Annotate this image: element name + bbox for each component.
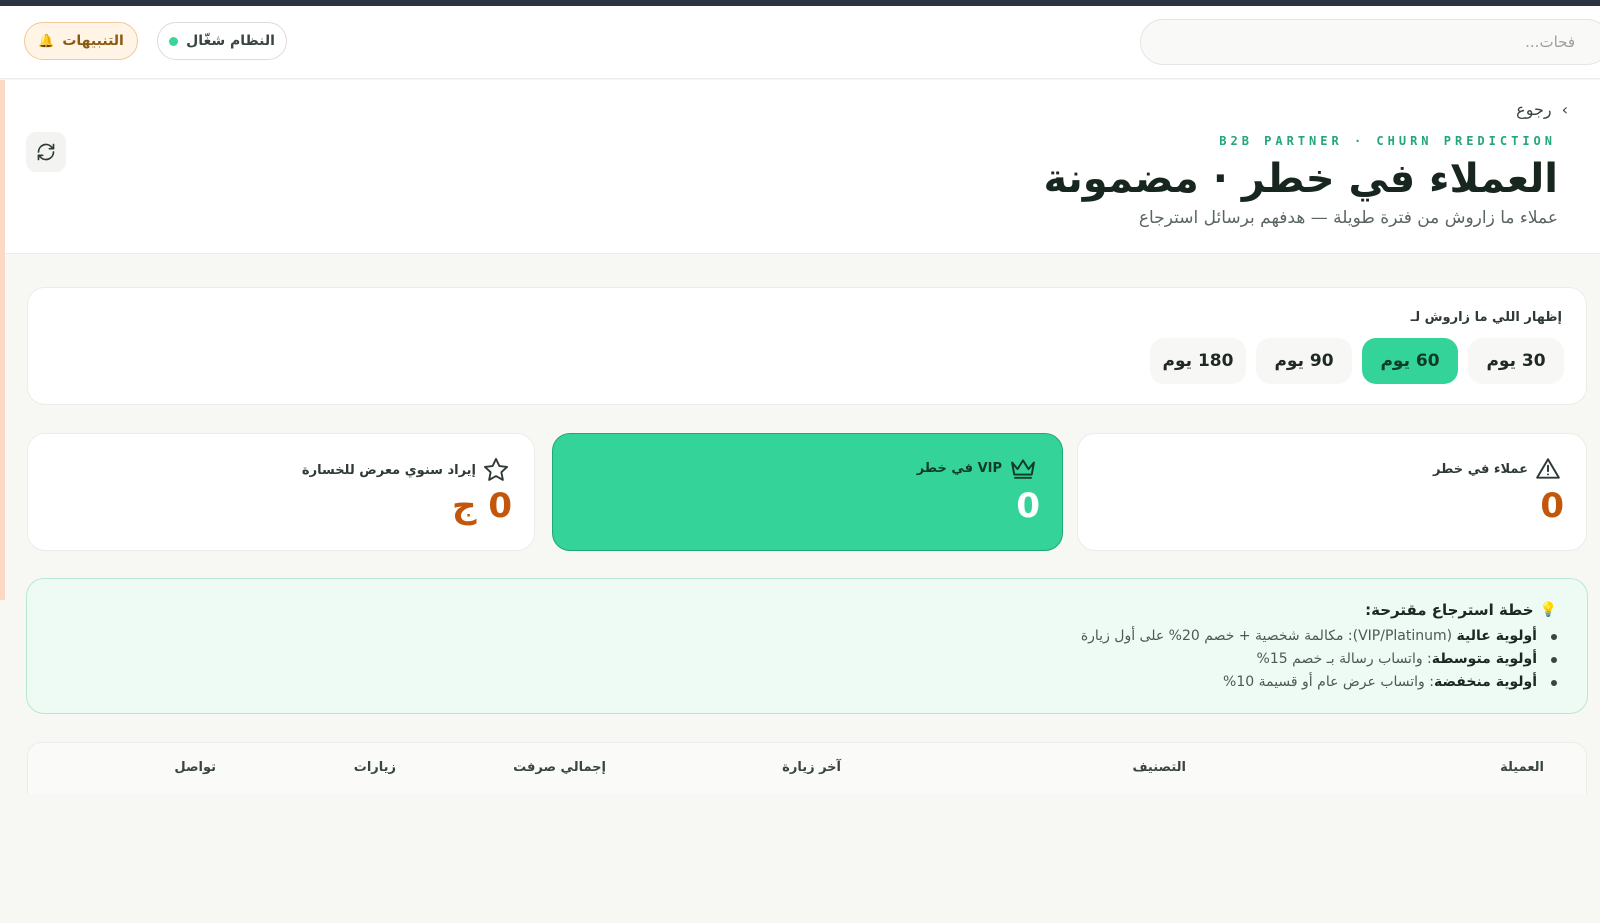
list-item: أولوية منخفضة: واتساب عرض عام أو قسيمة 1… <box>1081 671 1557 694</box>
crown-icon <box>1011 459 1035 479</box>
status-dot-icon <box>169 36 179 46</box>
stat-label: VIP في خطر <box>916 460 1002 476</box>
top-bar: فحات... النظام شغّال التنبيهات 🔔 <box>0 6 1600 79</box>
plan-item-text: أولوية عالية (VIP/Platinum): مكالمة شخصي… <box>1080 628 1537 644</box>
search-input[interactable]: فحات... <box>1140 19 1600 65</box>
customers-table: العميلة التصنيف آخر زيارة إجمالي صرفت زي… <box>27 742 1587 794</box>
chevron-right-icon: › <box>1561 100 1568 119</box>
search-placeholder: فحات... <box>1525 33 1575 51</box>
bullet-icon <box>1551 656 1557 663</box>
stat-label: إيراد سنوي معرض للخسارة <box>301 462 476 478</box>
filter-label: إظهار اللي ما زاروش لـ <box>1410 310 1562 325</box>
winback-plan-box: 💡 خطة استرجاع مقترحة: أولوية عالية (VIP/… <box>26 578 1588 714</box>
stat-header: عملاء في خطر <box>1433 456 1562 482</box>
days-filter-card: إظهار اللي ما زاروش لـ 30 يوم 60 يوم 90 … <box>27 287 1587 405</box>
filter-chip-30[interactable]: 30 يوم <box>1468 338 1564 384</box>
refresh-button[interactable] <box>26 132 66 172</box>
bell-icon: 🔔 <box>38 33 55 49</box>
page-eyebrow: B2B PARTNER · CHURN PREDICTION <box>1219 134 1556 148</box>
plan-item-text: أولوية متوسطة: واتساب رسالة بـ خصم 15% <box>1256 651 1537 667</box>
system-status-badge[interactable]: النظام شغّال <box>157 22 287 60</box>
list-item: أولوية متوسطة: واتساب رسالة بـ خصم 15% <box>1081 648 1557 671</box>
filter-chip-180[interactable]: 180 يوم <box>1150 338 1246 384</box>
stat-card-vip-at-risk: VIP في خطر 0 <box>552 433 1063 551</box>
page-title: العملاء في خطر · مضمونة <box>1043 156 1558 202</box>
back-link[interactable]: › رجوع <box>1516 100 1568 119</box>
stat-card-at-risk: عملاء في خطر 0 <box>1077 433 1587 551</box>
refresh-icon <box>37 143 55 161</box>
column-header-tier[interactable]: التصنيف <box>1132 760 1186 775</box>
plan-title-text: خطة استرجاع مقترحة: <box>1365 601 1534 619</box>
alerts-label: التنبيهات <box>62 33 124 49</box>
column-header-last-visit[interactable]: آخر زيارة <box>782 760 841 775</box>
days-filter-chips: 30 يوم 60 يوم 90 يوم 180 يوم <box>1150 338 1564 384</box>
page-header: › رجوع B2B PARTNER · CHURN PREDICTION ال… <box>5 80 1600 254</box>
column-header-visits[interactable]: زيارات <box>354 760 396 775</box>
star-icon <box>483 457 509 481</box>
column-header-contact[interactable]: تواصل <box>174 760 216 775</box>
column-header-total-spent[interactable]: إجمالي صرفت <box>513 760 606 775</box>
stat-value: 0 <box>1540 486 1564 526</box>
plan-item-text: أولوية منخفضة: واتساب عرض عام أو قسيمة 1… <box>1223 674 1537 690</box>
status-label: النظام شغّال <box>186 33 275 49</box>
stat-label: عملاء في خطر <box>1433 461 1528 477</box>
page-subtitle: عملاء ما زاروش من فترة طويلة — هدفهم برس… <box>1138 208 1558 228</box>
column-header-customer[interactable]: العميلة <box>1500 760 1544 775</box>
plan-title: 💡 خطة استرجاع مقترحة: <box>1365 601 1557 619</box>
filter-chip-60[interactable]: 60 يوم <box>1362 338 1458 384</box>
alerts-button[interactable]: التنبيهات 🔔 <box>24 22 138 60</box>
stat-value: 0 ج <box>451 486 512 526</box>
stat-value: 0 <box>1016 486 1040 526</box>
warning-icon <box>1536 458 1560 479</box>
back-label: رجوع <box>1516 100 1552 119</box>
lightbulb-icon: 💡 <box>1539 602 1557 618</box>
list-item: أولوية عالية (VIP/Platinum): مكالمة شخصي… <box>1081 625 1557 648</box>
bullet-icon <box>1551 633 1557 640</box>
bullet-icon <box>1551 679 1557 686</box>
stat-header: إيراد سنوي معرض للخسارة <box>302 456 510 484</box>
plan-list: أولوية عالية (VIP/Platinum): مكالمة شخصي… <box>1081 625 1557 694</box>
stat-header: VIP في خطر <box>917 456 1038 480</box>
stat-card-revenue-at-risk: إيراد سنوي معرض للخسارة 0 ج <box>27 433 535 551</box>
filter-chip-90[interactable]: 90 يوم <box>1256 338 1352 384</box>
